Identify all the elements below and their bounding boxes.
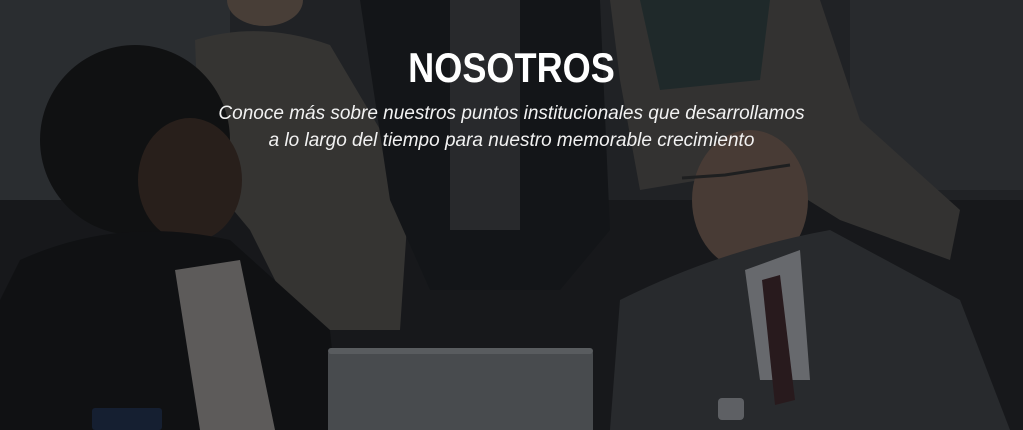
hero-banner: NOSOTROS Conoce más sobre nuestros punto… <box>0 0 1023 430</box>
hero-content: NOSOTROS Conoce más sobre nuestros punto… <box>0 0 1023 154</box>
page-subtitle-line-2: a lo largo del tiempo para nuestro memor… <box>268 130 755 151</box>
page-subtitle: Conoce más sobre nuestros puntos institu… <box>162 100 862 154</box>
page-title: NOSOTROS <box>408 44 615 91</box>
page-subtitle-line-1: Conoce más sobre nuestros puntos institu… <box>218 103 805 124</box>
